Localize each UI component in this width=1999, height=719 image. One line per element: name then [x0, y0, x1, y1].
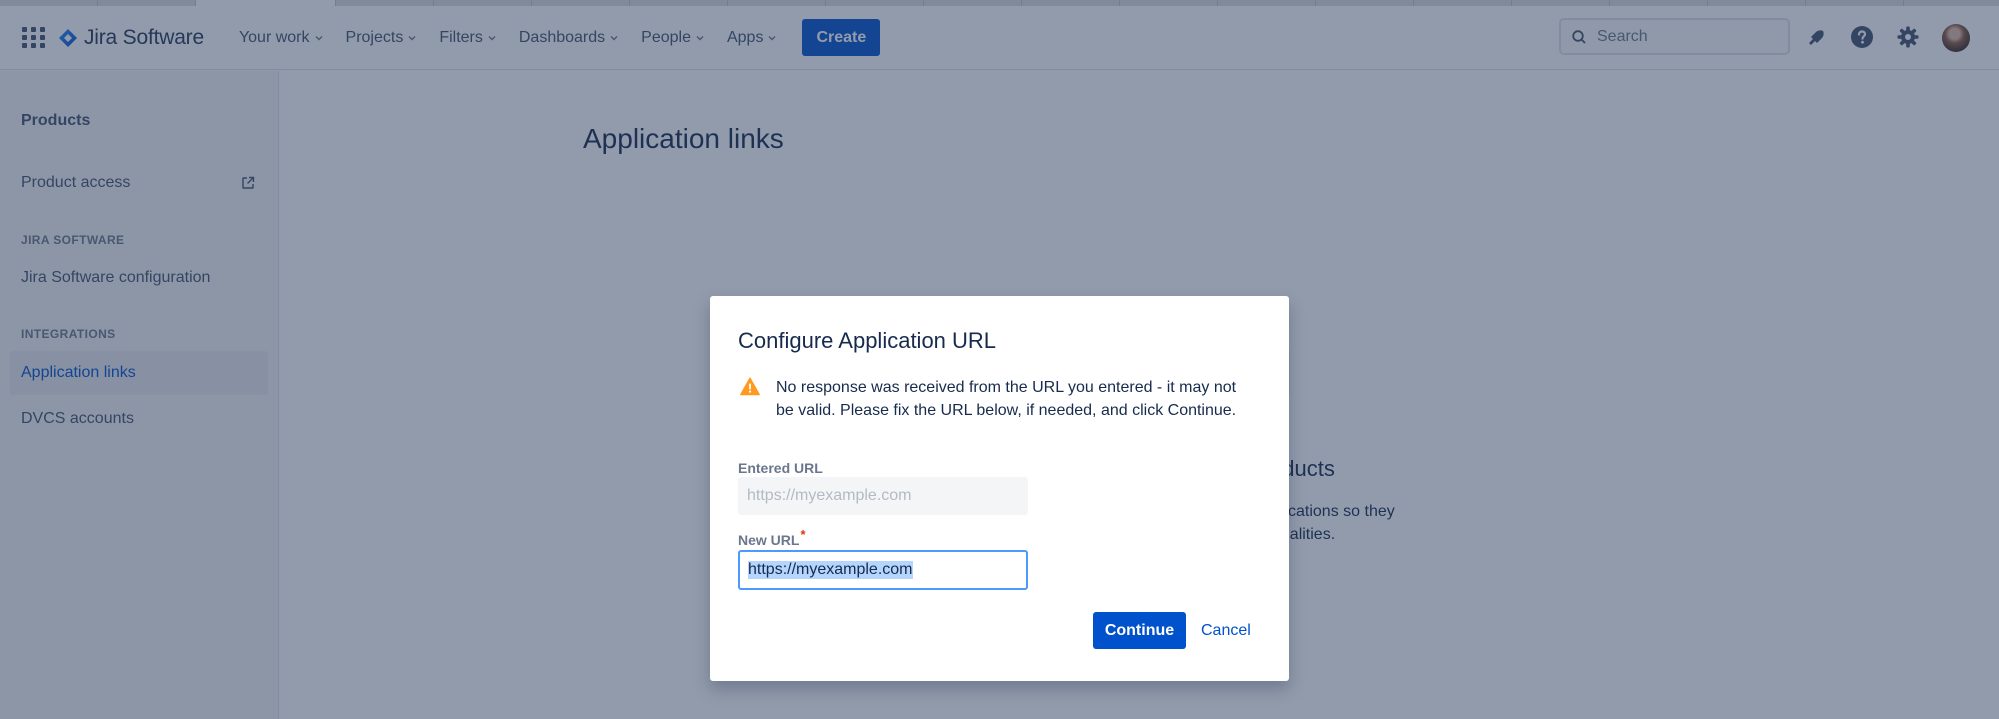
entered-url-field: https://myexample.com — [738, 477, 1028, 515]
warning-message: No response was received from the URL yo… — [776, 376, 1266, 422]
new-url-label: New URL* — [738, 527, 806, 548]
configure-url-dialog: Configure Application URL No response wa… — [710, 296, 1289, 681]
dialog-title: Configure Application URL — [738, 328, 997, 353]
continue-button[interactable]: Continue — [1093, 612, 1186, 649]
new-url-label-text: New URL — [738, 532, 800, 548]
new-url-field[interactable]: https://myexample.com — [738, 550, 1028, 590]
warning-line: No response was received from the URL yo… — [776, 379, 1237, 396]
required-marker: * — [800, 527, 806, 542]
entered-url-label: Entered URL — [738, 460, 823, 476]
warning-line: be valid. Please fix the URL below, if n… — [776, 402, 1237, 419]
cancel-button[interactable]: Cancel — [1197, 612, 1255, 649]
warning-icon — [740, 377, 760, 396]
new-url-value: https://myexample.com — [748, 561, 913, 579]
entered-url-value: https://myexample.com — [747, 487, 912, 504]
